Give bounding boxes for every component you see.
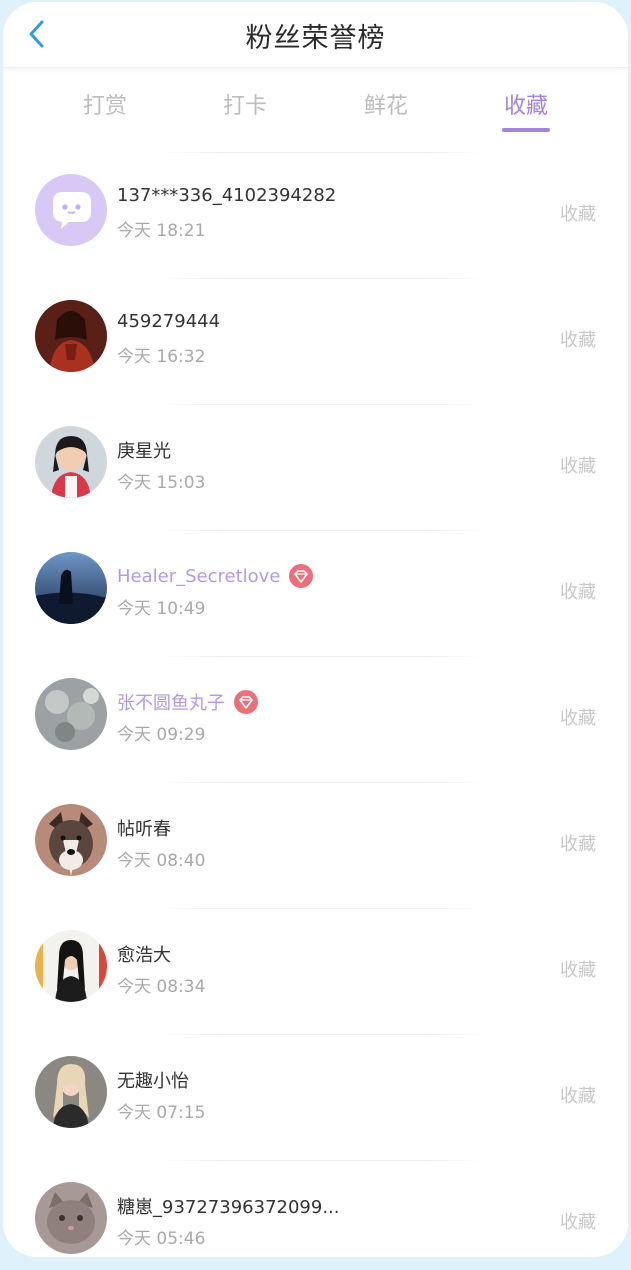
list-item[interactable]: 帖听春 今天 08:40 收藏 [3,782,628,908]
avatar [35,930,107,1002]
avatar-photo [35,552,107,624]
fan-time: 今天 05:46 [117,1229,206,1249]
avatar [35,804,107,876]
favorite-label: 收藏 [560,456,596,477]
favorite-label: 收藏 [560,1212,596,1233]
row-divider [158,908,488,909]
favorite-label: 收藏 [560,582,596,603]
fan-name: 无趣小怡 [117,1071,189,1092]
favorite-label: 收藏 [560,330,596,351]
favorite-label: 收藏 [560,960,596,981]
avatar [35,1182,107,1254]
avatar-photo [35,1182,107,1254]
fan-time: 今天 09:29 [117,725,206,745]
fan-time: 今天 08:40 [117,851,206,871]
row-divider [158,656,488,657]
row-divider [158,530,488,531]
diamond-badge-icon [289,564,314,588]
avatar [35,1056,107,1128]
page-title: 粉丝荣誉榜 [245,23,386,54]
fan-name: Healer_Secretlove [117,563,314,589]
header-bar: 粉丝荣誉榜 [3,2,628,68]
fan-name: 愈浩大 [117,945,171,966]
row-divider [158,1160,488,1161]
active-tab-indicator [502,128,550,132]
tab-flowers[interactable]: 鲜花 [351,88,421,120]
row-divider [158,782,488,783]
tab-reward[interactable]: 打赏 [70,88,140,120]
fan-list: 137***336_4102394282 今天 18:21 收藏 4592794… [3,152,628,1257]
fan-name: 帖听春 [117,819,171,840]
list-item[interactable]: 无趣小怡 今天 07:15 收藏 [3,1034,628,1160]
avatar [35,300,107,372]
fan-time: 今天 10:49 [117,599,206,619]
fan-time: 今天 08:34 [117,977,206,997]
avatar-photo [35,426,107,498]
row-divider [158,152,488,153]
tab-bar: 打赏 打卡 鲜花 收藏 [3,68,628,138]
avatar [35,678,107,750]
fan-time: 今天 07:15 [117,1103,206,1123]
fan-time: 今天 15:03 [117,473,206,493]
list-item[interactable]: 459279444 今天 16:32 收藏 [3,278,628,404]
favorite-label: 收藏 [560,834,596,855]
list-item[interactable]: 庚星光 今天 15:03 收藏 [3,404,628,530]
tab-checkin[interactable]: 打卡 [210,88,280,120]
fan-name: 459279444 [117,311,221,332]
avatar [35,174,107,246]
row-divider [158,278,488,279]
fan-name: 糖崽_93727396372099... [117,1197,340,1218]
chat-bubble-icon [35,174,107,246]
list-item[interactable]: 糖崽_93727396372099... 今天 05:46 收藏 [3,1160,628,1257]
avatar [35,426,107,498]
fan-time: 今天 16:32 [117,347,206,367]
avatar-photo [35,678,107,750]
fan-honor-page: 粉丝荣誉榜 打赏 打卡 鲜花 收藏 137***336_4102394282 今… [3,2,628,1257]
tab-favorites[interactable]: 收藏 [491,88,561,120]
avatar [35,552,107,624]
favorite-label: 收藏 [560,708,596,729]
favorite-label: 收藏 [560,1086,596,1107]
fan-name: 庚星光 [117,441,171,462]
avatar-photo [35,1056,107,1128]
row-divider [158,1034,488,1035]
list-item[interactable]: 愈浩大 今天 08:34 收藏 [3,908,628,1034]
row-divider [158,404,488,405]
favorite-label: 收藏 [560,204,596,225]
fan-time: 今天 18:21 [117,221,206,241]
list-item[interactable]: 张不圆鱼丸子 今天 09:29 收藏 [3,656,628,782]
list-item[interactable]: Healer_Secretlove 今天 10:49 收藏 [3,530,628,656]
fan-name: 张不圆鱼丸子 [117,689,259,715]
fan-name: 137***336_4102394282 [117,185,337,206]
list-item[interactable]: 137***336_4102394282 今天 18:21 收藏 [3,152,628,278]
avatar-photo [35,804,107,876]
avatar-photo [35,930,107,1002]
avatar-photo [35,300,107,372]
diamond-badge-icon [234,690,258,714]
